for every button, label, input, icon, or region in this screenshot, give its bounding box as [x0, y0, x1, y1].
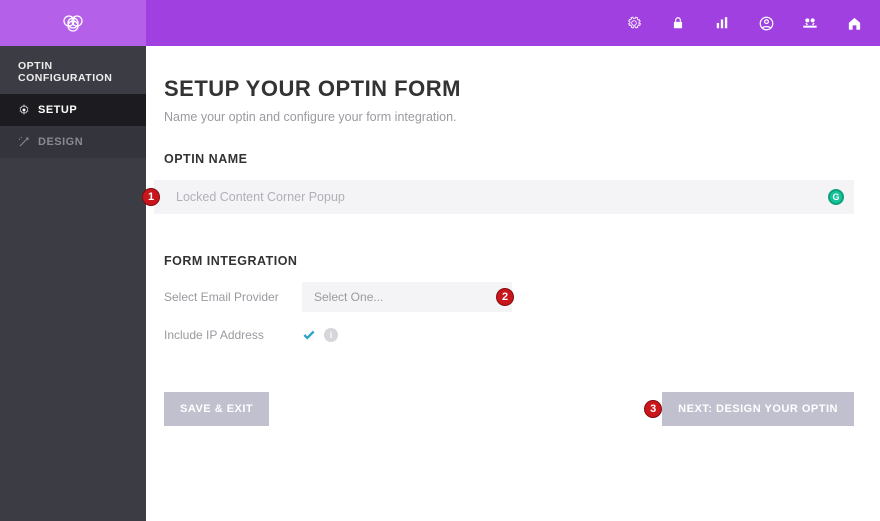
user-circle-icon[interactable] — [758, 15, 774, 31]
page-subtitle: Name your optin and configure your form … — [164, 110, 854, 124]
grammarly-icon[interactable]: G — [828, 189, 844, 205]
page-title: SETUP YOUR OPTIN FORM — [164, 76, 854, 102]
topbar — [0, 0, 880, 46]
provider-select-value: Select One... — [314, 290, 383, 304]
logo-icon — [61, 11, 85, 35]
gear-icon[interactable] — [626, 15, 642, 31]
main-panel: SETUP YOUR OPTIN FORM Name your optin an… — [146, 46, 880, 521]
info-icon[interactable]: i — [324, 328, 338, 342]
home-icon[interactable] — [846, 15, 862, 31]
provider-row: Select Email Provider Select One... 2 — [164, 282, 854, 312]
ip-row: Include IP Address i — [164, 328, 854, 342]
ip-checkbox[interactable] — [302, 328, 316, 342]
callout-badge-3: 3 — [644, 400, 662, 418]
provider-select[interactable]: Select One... — [302, 282, 512, 312]
sidebar-item-label: SETUP — [38, 104, 77, 116]
form-integration-label: FORM INTEGRATION — [164, 254, 854, 268]
callout-badge-1: 1 — [142, 188, 160, 206]
next-design-button[interactable]: NEXT: DESIGN YOUR OPTIN — [662, 392, 854, 426]
wand-icon — [18, 136, 30, 148]
sidebar: OPTIN CONFIGURATION SETUP DESIGN — [0, 46, 146, 521]
logo-box — [0, 0, 146, 46]
optin-name-label: OPTIN NAME — [164, 152, 854, 166]
save-exit-button[interactable]: SAVE & EXIT — [164, 392, 269, 426]
users-icon[interactable] — [802, 15, 818, 31]
lock-icon[interactable] — [670, 15, 686, 31]
optin-name-input[interactable] — [154, 180, 854, 214]
gear-icon — [18, 104, 30, 116]
ip-label: Include IP Address — [164, 328, 302, 342]
topbar-actions — [146, 15, 880, 31]
sidebar-header: OPTIN CONFIGURATION — [0, 46, 146, 94]
optin-name-row: 1 G — [154, 180, 854, 214]
sidebar-item-design[interactable]: DESIGN — [0, 126, 146, 158]
provider-label: Select Email Provider — [164, 290, 302, 304]
callout-badge-2: 2 — [496, 288, 514, 306]
button-row: SAVE & EXIT 3 NEXT: DESIGN YOUR OPTIN — [164, 392, 854, 426]
sidebar-item-label: DESIGN — [38, 136, 83, 148]
sidebar-item-setup[interactable]: SETUP — [0, 94, 146, 126]
bar-chart-icon[interactable] — [714, 15, 730, 31]
